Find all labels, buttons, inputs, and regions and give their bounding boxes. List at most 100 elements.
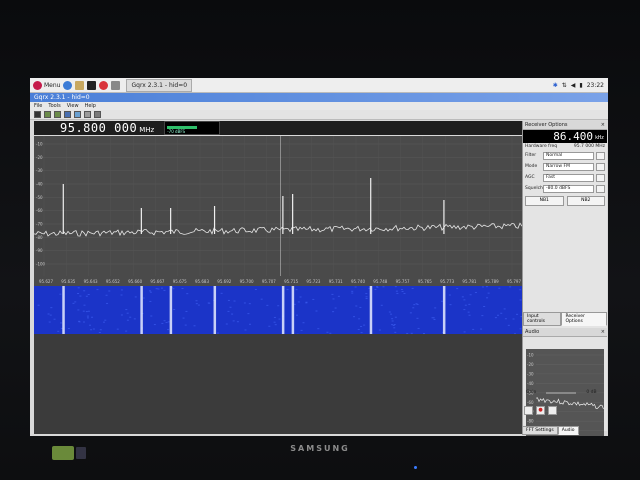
spectrum-y-tick: -60 [36,208,43,213]
waterfall-noise [391,318,394,320]
audio-gain-slider[interactable] [546,391,577,394]
hardware-freq-row: Hardware freq 95.7 000 MHz [523,143,607,150]
waterfall-noise [247,313,250,315]
waterfall-noise [273,316,276,318]
waterfall-noise [233,300,236,302]
tab-input-controls[interactable]: Input controls [523,312,562,326]
waterfall-carrier [369,286,373,334]
cpu-icon: ▮ [579,81,583,89]
audio-settings-icon[interactable] [524,406,533,415]
signal-meter-label: -70 dBFS [167,129,186,134]
app-icon[interactable] [99,80,109,90]
frequency-display[interactable]: 95.800 000 [60,121,137,135]
mode-select[interactable]: Narrow FM [543,162,594,171]
waterfall-noise [512,318,515,320]
nb1-button[interactable]: NB1 [525,196,564,206]
waterfall-noise [86,315,89,317]
filter-options-button[interactable] [596,151,605,160]
settings-icon[interactable] [111,80,121,90]
menu-button[interactable]: Menu [33,80,60,90]
menu-file[interactable]: File [34,103,42,109]
waterfall[interactable] [34,286,522,334]
device-icon[interactable] [64,111,71,118]
nb2-button[interactable]: NB2 [566,196,605,206]
waterfall-noise [416,317,419,319]
raspberry-pi-icon [33,80,42,90]
record-icon[interactable] [84,111,91,118]
spectrum-plot[interactable]: -10 -20 -30 -40 -50 -60 -70 -80 -90 -100 95.627 95.… [34,136,522,286]
network-icon[interactable]: ⇅ [562,82,567,89]
window-titlebar[interactable]: Gqrx 2.3.1 - hid=0 [30,93,608,102]
waterfall-noise [503,308,506,310]
waterfall-noise [413,304,416,306]
filter-select[interactable]: Normal [543,151,594,160]
signal-meter: -70 dBFS [164,121,221,135]
filter-offset-display[interactable]: 86.400 kHz [523,130,607,143]
mode-options-button[interactable] [596,162,605,171]
squelch-auto-button[interactable] [596,184,605,193]
tab-audio[interactable]: Audio [557,426,579,435]
audio-record-icon[interactable]: ● [536,406,545,415]
waterfall-noise [498,287,501,289]
browser-icon[interactable] [63,80,73,90]
waterfall-noise [125,309,128,311]
fullscreen-icon[interactable] [74,111,81,118]
bluetooth-icon[interactable]: ✱ [553,82,558,89]
file-manager-icon[interactable] [75,80,85,90]
waterfall-noise [365,293,368,295]
waterfall-carrier [140,286,143,334]
menu-view[interactable]: View [67,103,79,109]
waterfall-noise [77,309,80,311]
waterfall-noise [108,290,111,292]
mode-label: Mode [525,164,538,169]
volume-icon[interactable]: ◀ [571,82,576,89]
spectrum-x-tick: 95.748 [373,279,387,284]
waterfall-carrier [213,286,217,334]
agc-row: AGC Fast [523,172,607,183]
waterfall-noise [266,304,269,306]
spectrum-y-tick: -90 [36,248,43,253]
frequency-unit: MHz [139,125,155,134]
waterfall-noise [195,300,198,302]
menu-tools[interactable]: Tools [48,103,60,109]
waterfall-noise [273,321,276,323]
waterfall-noise [401,290,404,292]
tab-fft-settings[interactable]: FFT Settings [522,426,558,435]
waterfall-noise [125,330,128,332]
tab-receiver-options[interactable]: Receiver Options [561,312,607,326]
window-title: Gqrx 2.3.1 - hid=0 [34,94,90,101]
waterfall-noise [331,293,334,295]
waterfall-noise [185,310,188,312]
spectrum-y-tick: -70 [36,222,43,227]
waterfall-noise [67,327,70,329]
power-icon[interactable] [34,111,41,118]
audio-play-icon[interactable] [548,406,557,415]
waterfall-noise [469,294,472,296]
audio-gain-label: Gain [526,390,537,395]
squelch-input[interactable]: -80.0 dBFS [543,184,594,193]
waterfall-noise [494,317,497,319]
waterfall-noise [231,313,234,315]
waterfall-noise [394,316,397,318]
waterfall-noise [163,289,166,291]
close-icon[interactable]: × [601,329,605,335]
menu-help[interactable]: Help [85,103,96,109]
waterfall-noise [120,294,123,296]
waterfall-noise [357,328,360,330]
open-icon[interactable] [44,111,51,118]
spectrum-x-tick: 95.707 [262,279,276,284]
waterfall-noise [507,324,510,326]
remote-icon[interactable] [94,111,101,118]
waterfall-noise [120,314,123,316]
waterfall-carrier [62,286,65,334]
agc-select[interactable]: Fast [543,173,594,182]
audio-y-tick: -40 [527,381,534,386]
taskbar-task-gqrx[interactable]: Gqrx 2.3.1 - hid=0 [126,78,193,92]
close-icon[interactable]: × [601,122,605,128]
terminal-icon[interactable] [87,80,97,90]
waterfall-noise [365,298,368,300]
waterfall-noise [91,316,94,318]
agc-options-button[interactable] [596,173,605,182]
save-icon[interactable] [54,111,61,118]
power-led [414,466,417,469]
